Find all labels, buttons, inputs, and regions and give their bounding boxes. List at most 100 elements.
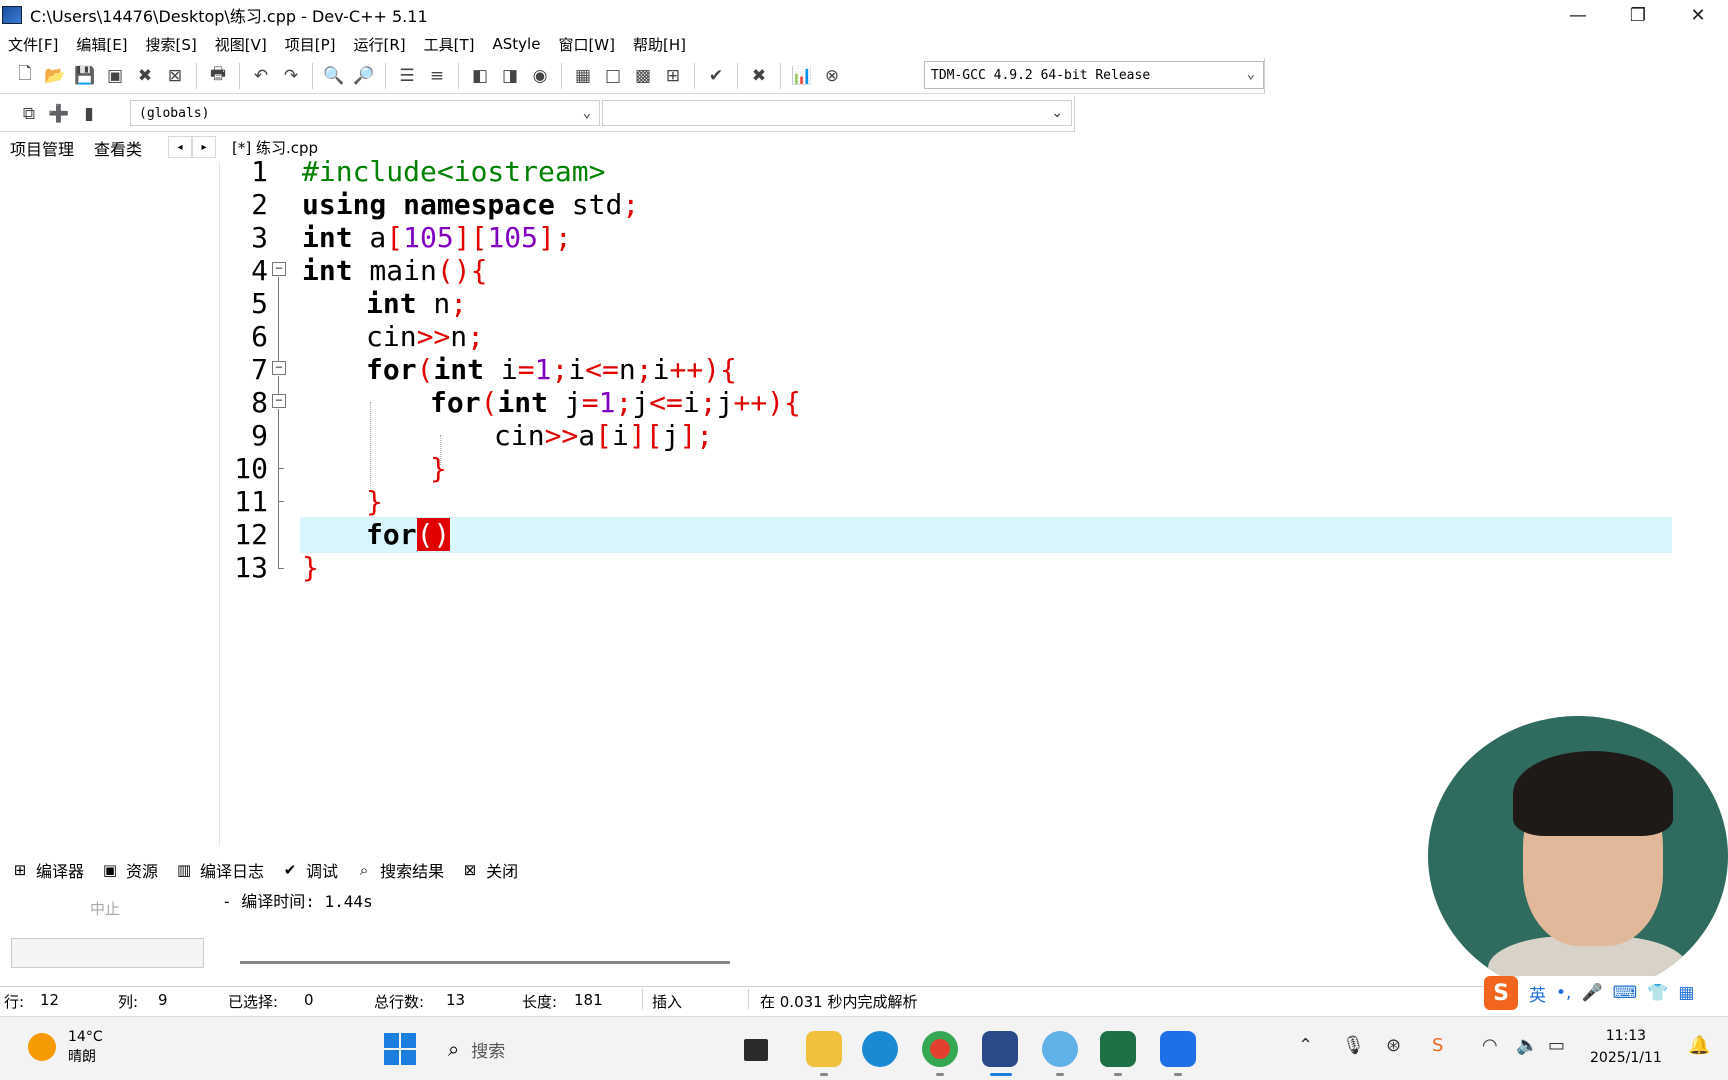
undo-icon[interactable]: ↶: [248, 63, 274, 89]
horizontal-scrollbar[interactable]: [240, 961, 730, 964]
scope-select[interactable]: (globals) ⌄: [130, 100, 600, 126]
save-all-icon[interactable]: ▣: [102, 63, 128, 89]
run-icon[interactable]: □: [600, 63, 626, 89]
paint-icon[interactable]: [1042, 1031, 1078, 1067]
weather-widget[interactable]: 14°C 晴朗: [28, 1027, 103, 1067]
start-tile: [384, 1033, 399, 1048]
new-file-icon[interactable]: 🗋: [12, 63, 38, 89]
member-select[interactable]: ⌄: [602, 100, 1072, 126]
sogou-tray-icon[interactable]: S: [1432, 1035, 1443, 1056]
tab-close-panel[interactable]: ⊠ 关闭: [460, 858, 518, 882]
menu-tools[interactable]: 工具[T]: [424, 34, 475, 55]
toolbox-icon[interactable]: ▦: [1678, 983, 1694, 1003]
minimize-button[interactable]: —: [1548, 0, 1608, 30]
search-placeholder: 搜索: [471, 1041, 506, 1062]
meeting-app-icon[interactable]: [1160, 1031, 1196, 1067]
menu-file[interactable]: 文件[F]: [8, 34, 58, 55]
project-options-icon[interactable]: ▮: [76, 101, 102, 127]
redo-icon[interactable]: ↷: [278, 63, 304, 89]
toolbar-separator: [239, 62, 240, 89]
windows-start-icon[interactable]: [384, 1033, 416, 1065]
tab-debug[interactable]: ✔ 调试: [280, 858, 338, 882]
code-line: 11 }: [222, 484, 1722, 520]
ime-language[interactable]: 英: [1529, 981, 1546, 1006]
sogou-logo-icon[interactable]: S: [1484, 976, 1518, 1010]
tab-label: 资源: [126, 862, 159, 881]
delete-profile-icon[interactable]: ⊗: [819, 63, 845, 89]
stop-execution-icon[interactable]: ✖: [746, 63, 772, 89]
tab-classes[interactable]: 查看类: [84, 136, 152, 160]
battery-icon[interactable]: ▭: [1548, 1035, 1565, 1056]
print-icon[interactable]: 🖶: [205, 63, 231, 89]
indent-icon[interactable]: ☰: [394, 63, 420, 89]
notification-icon[interactable]: 🔔: [1688, 1035, 1710, 1056]
close-file-icon[interactable]: ✖: [132, 63, 158, 89]
menu-astyle[interactable]: AStyle: [493, 35, 541, 53]
file-explorer-icon[interactable]: [806, 1031, 842, 1067]
skin-icon[interactable]: 👕: [1647, 983, 1668, 1003]
microphone-tray-icon[interactable]: 🎙: [1342, 1035, 1365, 1056]
goto-bookmark-icon[interactable]: ◨: [497, 63, 523, 89]
tab-compiler[interactable]: ⊞ 编译器: [10, 858, 84, 882]
add-to-project-icon[interactable]: ➕: [46, 101, 72, 127]
abort-button[interactable]: 中止: [90, 898, 120, 919]
status-insert-mode: 插入: [652, 993, 683, 1011]
token: for: [366, 353, 417, 386]
find-icon[interactable]: 🔍: [321, 63, 347, 89]
unindent-icon[interactable]: ≡: [424, 63, 450, 89]
token: ];: [538, 221, 572, 254]
token: 105: [403, 221, 454, 254]
tab-project[interactable]: 项目管理: [0, 136, 85, 160]
clock[interactable]: 11:13 2025/1/11: [1590, 1025, 1662, 1069]
menu-project[interactable]: 项目[P]: [285, 34, 336, 55]
chrome-browser-icon[interactable]: [922, 1031, 958, 1067]
menu-view[interactable]: 视图[V]: [215, 34, 267, 55]
tab-resources[interactable]: ▣ 资源: [100, 858, 158, 882]
rebuild-all-icon[interactable]: ⊞: [660, 63, 686, 89]
task-view-icon[interactable]: [744, 1039, 768, 1061]
tab-search-results[interactable]: ⌕ 搜索结果: [354, 858, 444, 882]
close-all-icon[interactable]: ⊠: [162, 63, 188, 89]
menu-search[interactable]: 搜索[S]: [146, 34, 197, 55]
taskbar-search[interactable]: ⌕ 搜索: [440, 1029, 730, 1069]
menu-window[interactable]: 窗口[W]: [558, 34, 615, 55]
replace-icon[interactable]: 🔎: [351, 63, 377, 89]
status-bar: 行: 12 列: 9 已选择: 0 总行数: 13 长度: 181 插入 在 0…: [0, 986, 1728, 1012]
menu-run[interactable]: 运行[R]: [353, 34, 405, 55]
menu-edit[interactable]: 编辑[E]: [76, 34, 127, 55]
weather-temp: 14°C: [68, 1029, 103, 1045]
keyboard-icon[interactable]: ⌨: [1613, 983, 1638, 1003]
window-title: C:\Users\14476\Desktop\练习.cpp - Dev-C++ …: [30, 7, 428, 26]
compile-icon[interactable]: ▦: [570, 63, 596, 89]
tab-compile-log[interactable]: ▥ 编译日志: [174, 858, 264, 882]
close-button[interactable]: ✕: [1668, 0, 1728, 30]
volume-icon[interactable]: 🔈: [1516, 1035, 1538, 1056]
goto-line-icon[interactable]: ◉: [527, 63, 553, 89]
microphone-icon[interactable]: 🎤: [1581, 983, 1602, 1003]
status-separator: [642, 989, 643, 1009]
profile-icon[interactable]: 📊: [789, 63, 815, 89]
wifi-icon[interactable]: ◠: [1482, 1035, 1498, 1056]
excel-icon[interactable]: [1100, 1031, 1136, 1067]
token: ;: [699, 386, 717, 419]
syntax-check-icon[interactable]: ✔: [703, 63, 729, 89]
tab-scroll-left-icon[interactable]: ◂: [168, 136, 192, 158]
toggle-bookmark-icon[interactable]: ◧: [467, 63, 493, 89]
edge-browser-icon[interactable]: [862, 1031, 898, 1067]
maximize-button[interactable]: ❐: [1608, 0, 1668, 30]
token: ;: [635, 353, 653, 386]
save-icon[interactable]: 💾: [72, 63, 98, 89]
new-project-icon[interactable]: ⧉: [16, 101, 42, 127]
open-file-icon[interactable]: 📂: [42, 63, 68, 89]
line-3-code: int a[105][105];: [302, 220, 572, 256]
tray-overflow-icon[interactable]: ⌃: [1298, 1035, 1313, 1056]
tab-scroll-right-icon[interactable]: ▸: [192, 136, 216, 158]
punctuation-icon[interactable]: •,: [1556, 983, 1571, 1003]
toolbar-separator: [737, 62, 738, 89]
devcpp-taskbar-icon[interactable]: [982, 1031, 1018, 1067]
ime-tray-icon[interactable]: ⊛: [1386, 1035, 1401, 1056]
menu-help[interactable]: 帮助[H]: [633, 34, 686, 55]
compile-run-icon[interactable]: ▩: [630, 63, 656, 89]
compiler-select[interactable]: TDM-GCC 4.9.2 64-bit Release ⌄: [924, 61, 1264, 89]
search-icon: ⌕: [448, 1037, 460, 1061]
